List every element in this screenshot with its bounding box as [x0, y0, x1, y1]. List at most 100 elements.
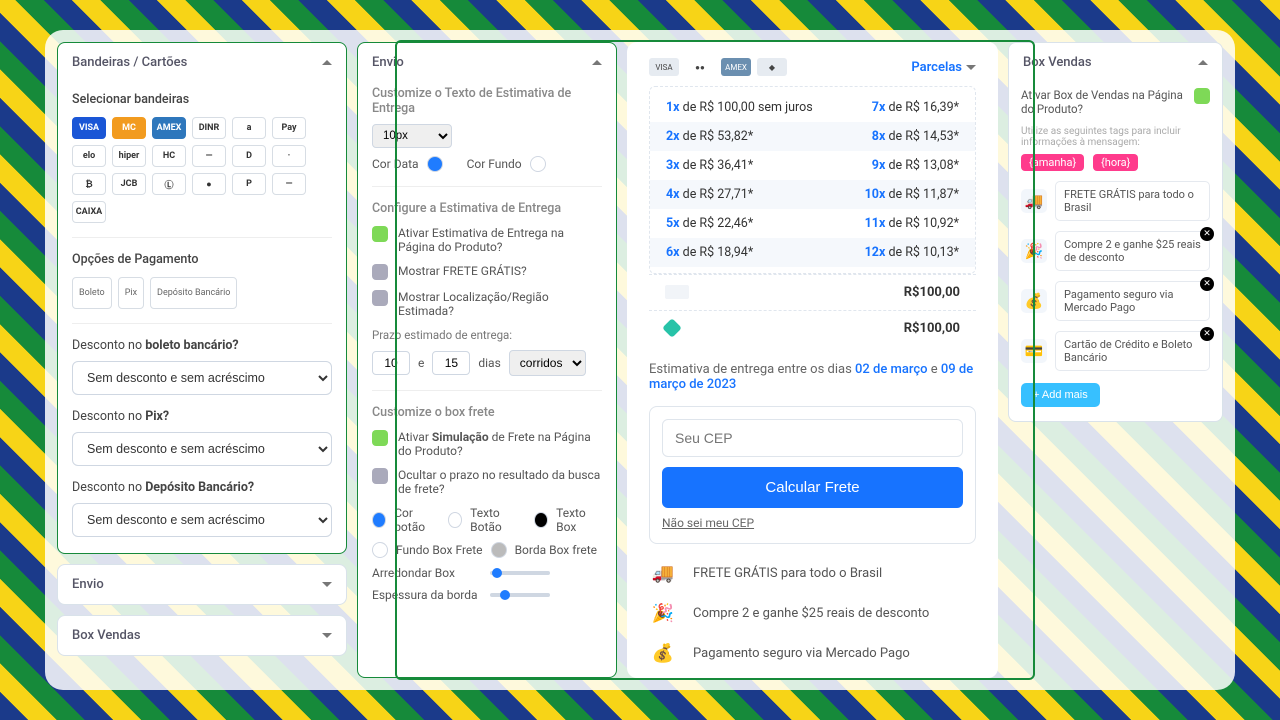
card-brand-chip[interactable]: DINR	[192, 117, 226, 139]
tag-amanha[interactable]: {amanha}	[1021, 154, 1084, 171]
feature-icon: 🚚	[649, 562, 677, 584]
card-brand-chip[interactable]: —	[272, 173, 306, 195]
card-brand-chip[interactable]: elo	[72, 145, 106, 167]
payment-options-row: BoletoPixDepósito Bancário	[72, 277, 332, 309]
toggle-frete-gratis[interactable]	[372, 264, 388, 280]
cor-data-swatch[interactable]	[427, 156, 443, 172]
card-brand-chip[interactable]: D	[232, 145, 266, 167]
opt-localizacao-label: Mostrar Localização/Região Estimada?	[398, 290, 602, 318]
texto-botao-swatch[interactable]	[448, 512, 462, 528]
cep-box: Calcular Frete Não sei meu CEP	[649, 406, 976, 544]
delete-icon[interactable]: ✕	[1200, 327, 1214, 341]
card-brand-chip[interactable]: VISA	[72, 117, 106, 139]
toggle-box-vendas[interactable]	[1194, 88, 1210, 104]
fontsize-select[interactable]: 10px	[372, 124, 452, 148]
card-brand-chip[interactable]: Pay	[272, 117, 306, 139]
boleto-icon	[665, 285, 689, 299]
tag-hora[interactable]: {hora}	[1093, 154, 1138, 171]
card-brand-chip[interactable]: ₿	[72, 173, 106, 195]
prazo-sep: e	[418, 356, 424, 370]
mastercard-icon: ●●	[685, 58, 715, 76]
card-brand-chip[interactable]: JCB	[112, 173, 146, 195]
card-brand-chip[interactable]: AMEX	[152, 117, 186, 139]
prazo-min-input[interactable]	[372, 351, 410, 375]
cor-botao-swatch[interactable]	[372, 512, 386, 528]
arredondar-slider[interactable]	[490, 571, 550, 575]
delete-icon[interactable]: ✕	[1200, 277, 1214, 291]
add-more-button[interactable]: + Add mais	[1021, 383, 1100, 407]
fundo-box-label: Fundo Box Frete	[396, 543, 483, 557]
opt-ocultar-prazo-label: Ocultar o prazo no resultado da busca de…	[398, 468, 602, 496]
card-brand-chip[interactable]: MC	[112, 117, 146, 139]
nao-sei-cep-link[interactable]: Não sei meu CEP	[662, 516, 754, 530]
borda-box-label: Borda Box frete	[515, 543, 597, 557]
calcular-frete-button[interactable]: Calcular Frete	[662, 467, 963, 508]
espessura-slider[interactable]	[490, 593, 550, 597]
parcelas-toggle[interactable]: Parcelas	[911, 60, 976, 75]
arredondar-label: Arredondar Box	[372, 566, 482, 580]
estimativa-text: Estimativa de entrega entre os dias 02 d…	[649, 362, 976, 392]
desconto-pix-select[interactable]: Sem desconto e sem acréscimo	[72, 432, 332, 466]
texto-box-swatch[interactable]	[534, 512, 548, 528]
card-brand-chip[interactable]: ●	[192, 173, 226, 195]
tag-hint: Utilize as seguintes tags para incluir i…	[1021, 126, 1210, 148]
toggle-simulacao[interactable]	[372, 430, 388, 446]
card-brand-chip[interactable]: hiper	[112, 145, 146, 167]
installments-table: 1x de R$ 100,00 sem juros7x de R$ 16,39*…	[649, 86, 976, 274]
feature-row: 💰 Pagamento seguro via Mercado Pago	[649, 642, 976, 664]
panel-box-vendas-editor-header[interactable]: Box Vendas	[1009, 43, 1222, 82]
fundo-box-swatch[interactable]	[372, 542, 388, 558]
panel-box-vendas-collapsed[interactable]: Box Vendas	[57, 615, 347, 656]
feature-text: Compre 2 e ganhe $25 reais de desconto	[693, 606, 929, 621]
card-brand-chip[interactable]: a	[232, 117, 266, 139]
chevron-down-icon	[966, 65, 976, 70]
box-vendas-item-text[interactable]: Cartão de Crédito e Boleto Bancário	[1055, 331, 1210, 371]
chevron-up-icon	[1198, 60, 1208, 65]
payment-option-chip[interactable]: Pix	[118, 277, 144, 309]
prazo-max-input[interactable]	[432, 351, 470, 375]
installment-row: 1x de R$ 100,00 sem juros7x de R$ 16,39*	[650, 93, 975, 122]
chevron-up-icon	[592, 60, 602, 65]
card-brand-chip[interactable]: ·	[272, 145, 306, 167]
card-brand-chip[interactable]: —	[192, 145, 226, 167]
toggle-estimativa[interactable]	[372, 226, 388, 242]
feature-text: Pagamento seguro via Mercado Pago	[693, 646, 910, 661]
toggle-ocultar-prazo[interactable]	[372, 468, 388, 484]
card-brand-chip[interactable]: CAIXA	[72, 201, 106, 223]
desconto-boleto-select[interactable]: Sem desconto e sem acréscimo	[72, 361, 332, 395]
card-brand-chip[interactable]: HC	[152, 145, 186, 167]
cor-fundo-swatch[interactable]	[530, 156, 546, 172]
payment-option-chip[interactable]: Depósito Bancário	[150, 277, 237, 309]
borda-box-swatch[interactable]	[491, 542, 507, 558]
installment-row: 5x de R$ 22,46*11x de R$ 10,92*	[650, 209, 975, 238]
panel-envio-collapsed[interactable]: Envio	[57, 564, 347, 605]
toggle-localizacao[interactable]	[372, 290, 388, 306]
configure-estimativa-label: Configure a Estimativa de Entrega	[372, 201, 602, 216]
panel-box-vendas-title: Box Vendas	[72, 628, 141, 643]
payment-option-chip[interactable]: Boleto	[72, 277, 112, 309]
box-vendas-item-text[interactable]: Pagamento seguro via Mercado Pago	[1055, 281, 1210, 321]
box-vendas-item: 🚚FRETE GRÁTIS para todo o Brasil	[1021, 181, 1210, 221]
panel-envio-editor-header[interactable]: Envio	[358, 43, 616, 82]
delete-icon[interactable]: ✕	[1200, 227, 1214, 241]
prazo-label: Prazo estimado de entrega:	[372, 328, 602, 342]
feature-row: 🚚 FRETE GRÁTIS para todo o Brasil	[649, 562, 976, 584]
card-brand-chip[interactable]: Ⓛ	[152, 173, 186, 195]
opt-estimativa-label: Ativar Estimativa de Entrega na Página d…	[398, 226, 602, 254]
opt-frete-gratis-label: Mostrar FRETE GRÁTIS?	[398, 264, 602, 278]
panel-box-vendas-editor: Box Vendas Ativar Box de Vendas na Págin…	[1008, 42, 1223, 422]
espessura-label: Espessura da borda	[372, 588, 482, 602]
panel-bandeiras-title: Bandeiras / Cartões	[72, 55, 187, 70]
prazo-tipo-select[interactable]: corridos	[509, 350, 586, 376]
panel-bandeiras-header[interactable]: Bandeiras / Cartões	[58, 43, 346, 82]
card-brand-chip[interactable]: P	[232, 173, 266, 195]
cep-input[interactable]	[662, 419, 963, 457]
feature-text: FRETE GRÁTIS para todo o Brasil	[693, 566, 882, 581]
desconto-pix-label: Desconto no Pix?	[72, 409, 169, 424]
feature-icon: 💰	[649, 642, 677, 664]
installment-row: 2x de R$ 53,82*8x de R$ 14,53*	[650, 122, 975, 151]
cor-fundo-label: Cor Fundo	[467, 157, 522, 171]
desconto-deposito-select[interactable]: Sem desconto e sem acréscimo	[72, 503, 332, 537]
box-vendas-item-text[interactable]: FRETE GRÁTIS para todo o Brasil	[1055, 181, 1210, 221]
box-vendas-item-text[interactable]: Compre 2 e ganhe $25 reais de desconto	[1055, 231, 1210, 271]
